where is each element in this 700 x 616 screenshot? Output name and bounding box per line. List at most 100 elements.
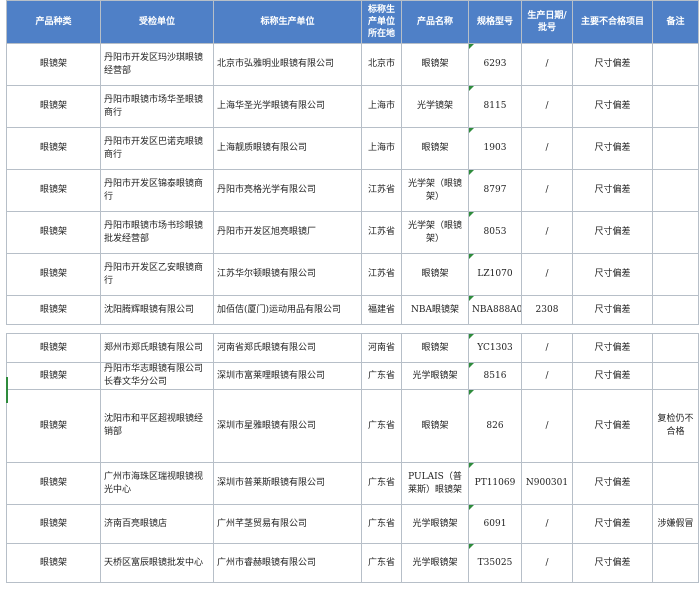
cell-remarks	[652, 543, 699, 583]
cell-model: T35025	[468, 543, 522, 583]
cell-location: 江苏省	[361, 253, 402, 296]
cell-product-type: 眼镜架	[6, 85, 101, 128]
cell-location: 江苏省	[361, 169, 402, 212]
cell-location: 江苏省	[361, 211, 402, 254]
header-product-type: 产品种类	[6, 0, 101, 44]
cell-product-name: 光学架（眼镜架）	[401, 211, 469, 254]
cell-production-date: /	[521, 389, 573, 463]
cell-location: 河南省	[361, 333, 402, 363]
table-row: 眼镜架 沈阳腾辉眼镜有限公司 加佰佶(厦门)运动用品有限公司 福建省 NBA眼镜…	[6, 295, 699, 325]
cell-product-name: 光学架（眼镜架）	[401, 169, 469, 212]
header-remarks: 备注	[652, 0, 699, 44]
cell-inspected-unit: 丹阳市眼镜市场华圣眼镜商行	[100, 85, 214, 128]
cell-inspected-unit: 广州市海珠区瑞视眼镜视光中心	[100, 462, 214, 505]
cell-inspected-unit: 丹阳市眼镜市场书珍眼镜批发经营部	[100, 211, 214, 254]
cell-inspected-unit: 天桥区富辰眼镜批发中心	[100, 543, 214, 583]
cell-production-date: /	[521, 43, 573, 86]
cell-defect: 尺寸偏差	[572, 295, 653, 325]
cell-manufacturer: 丹阳市开发区旭亮眼镜厂	[213, 211, 362, 254]
cell-manufacturer: 加佰佶(厦门)运动用品有限公司	[213, 295, 362, 325]
cell-defect: 尺寸偏差	[572, 169, 653, 212]
table-row: 眼镜架 丹阳市华志眼镜有限公司长春文华分公司 深圳市富莱哩眼镜有限公司 广东省 …	[6, 362, 699, 390]
cell-remarks	[652, 333, 699, 363]
cell-product-type: 眼镜架	[6, 43, 101, 86]
cell-production-date: /	[521, 333, 573, 363]
cell-defect: 尺寸偏差	[572, 127, 653, 170]
cell-remarks	[652, 253, 699, 296]
header-manufacturer-location: 标称生产单位所在地	[361, 0, 402, 44]
cell-manufacturer: 北京市弘雅明业眼镜有限公司	[213, 43, 362, 86]
cell-inspected-unit: 沈阳市和平区超视眼镜经销部	[100, 389, 214, 463]
cell-location: 福建省	[361, 295, 402, 325]
cell-model: NBA888A01	[468, 295, 522, 325]
inspection-table-wrapper: 产品种类 受检单位 标称生产单位 标称生产单位所在地 产品名称 规格型号 生产日…	[6, 0, 699, 583]
cell-manufacturer: 深圳市普莱斯眼镜有限公司	[213, 462, 362, 505]
cell-model: 1903	[468, 127, 522, 170]
cell-inspected-unit: 郑州市郑氏眼镜有限公司	[100, 333, 214, 363]
header-product-name: 产品名称	[401, 0, 469, 44]
cell-inspected-unit: 丹阳市开发区锦泰眼镜商行	[100, 169, 214, 212]
cell-location: 上海市	[361, 127, 402, 170]
cell-model: 6293	[468, 43, 522, 86]
cell-product-name: 眼镜架	[401, 43, 469, 86]
cell-model: 8516	[468, 362, 522, 390]
cell-production-date: /	[521, 169, 573, 212]
cell-inspected-unit: 济南百亮眼镜店	[100, 504, 214, 544]
cell-remarks	[652, 362, 699, 390]
cell-production-date: /	[521, 504, 573, 544]
cell-product-type: 眼镜架	[6, 462, 101, 505]
cell-production-date: N900301	[521, 462, 573, 505]
cell-defect: 尺寸偏差	[572, 85, 653, 128]
cell-production-date: /	[521, 211, 573, 254]
cell-manufacturer: 丹阳市亮格光学有限公司	[213, 169, 362, 212]
cell-model: 8797	[468, 169, 522, 212]
cell-model: 826	[468, 389, 522, 463]
cell-product-name: 眼镜架	[401, 253, 469, 296]
table-row: 眼镜架 丹阳市开发区玛沙琪眼镜经营部 北京市弘雅明业眼镜有限公司 北京市 眼镜架…	[6, 43, 699, 86]
cell-product-type: 眼镜架	[6, 543, 101, 583]
table-row: 眼镜架 丹阳市开发区锦泰眼镜商行 丹阳市亮格光学有限公司 江苏省 光学架（眼镜架…	[6, 169, 699, 212]
cell-product-type: 眼镜架	[6, 253, 101, 296]
cell-location: 广东省	[361, 362, 402, 390]
cell-production-date: 2308	[521, 295, 573, 325]
cell-manufacturer: 深圳市富莱哩眼镜有限公司	[213, 362, 362, 390]
table-row: 眼镜架 济南百亮眼镜店 广州芊茎贸易有限公司 广东省 光学眼镜架 6091 / …	[6, 504, 699, 544]
header-manufacturer: 标称生产单位	[213, 0, 362, 44]
table-row: 眼镜架 郑州市郑氏眼镜有限公司 河南省郑氏眼镜有限公司 河南省 眼镜架 YC13…	[6, 333, 699, 363]
cell-production-date: /	[521, 85, 573, 128]
cell-model: 6091	[468, 504, 522, 544]
cell-product-name: PULAIS（普莱斯）眼镜架	[401, 462, 469, 505]
cell-product-name: 光学眼镜架	[401, 504, 469, 544]
header-defect: 主要不合格项目	[572, 0, 653, 44]
cell-production-date: /	[521, 127, 573, 170]
cell-product-type: 眼镜架	[6, 169, 101, 212]
cell-location: 广东省	[361, 462, 402, 505]
section-gap	[6, 324, 699, 334]
cell-model: YC1303	[468, 333, 522, 363]
cell-remarks	[652, 462, 699, 505]
cell-product-type: 眼镜架	[6, 362, 101, 390]
cell-remarks: 涉嫌假冒	[652, 504, 699, 544]
cell-product-name: 光学镜架	[401, 85, 469, 128]
header-production-date: 生产日期/批号	[521, 0, 573, 44]
cell-manufacturer: 江苏华尔顿眼镜有限公司	[213, 253, 362, 296]
cell-location: 北京市	[361, 43, 402, 86]
cell-defect: 尺寸偏差	[572, 389, 653, 463]
cell-product-name: 眼镜架	[401, 333, 469, 363]
cell-inspected-unit: 丹阳市开发区巴诺克眼镜商行	[100, 127, 214, 170]
cell-location: 广东省	[361, 389, 402, 463]
cell-remarks	[652, 295, 699, 325]
cell-remarks	[652, 43, 699, 86]
cell-model: LZ1070	[468, 253, 522, 296]
cell-manufacturer: 河南省郑氏眼镜有限公司	[213, 333, 362, 363]
cell-manufacturer: 广州市睿赫眼镜有限公司	[213, 543, 362, 583]
section-gap-cell	[6, 324, 699, 334]
cell-inspected-unit: 丹阳市开发区玛沙琪眼镜经营部	[100, 43, 214, 86]
cell-defect: 尺寸偏差	[572, 362, 653, 390]
table-row: 眼镜架 丹阳市眼镜市场华圣眼镜商行 上海华圣光学眼镜有限公司 上海市 光学镜架 …	[6, 85, 699, 128]
cell-manufacturer: 深圳市星雅眼镜有限公司	[213, 389, 362, 463]
cell-production-date: /	[521, 253, 573, 296]
cell-manufacturer: 上海靓质眼镜有限公司	[213, 127, 362, 170]
cell-product-name: 眼镜架	[401, 127, 469, 170]
cell-defect: 尺寸偏差	[572, 333, 653, 363]
